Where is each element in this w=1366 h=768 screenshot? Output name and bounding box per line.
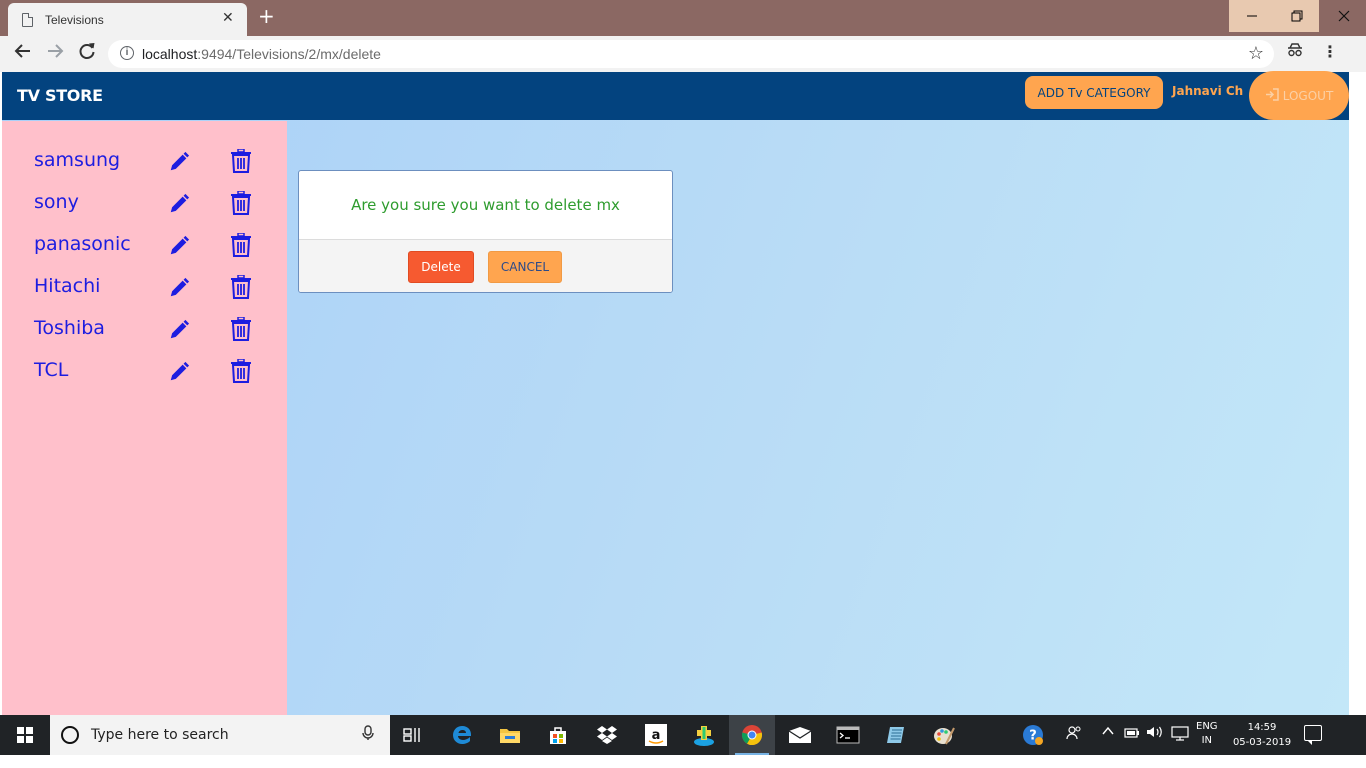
network-icon[interactable]	[1171, 725, 1189, 745]
clock-date: 05-03-2019	[1232, 737, 1292, 748]
mail-icon[interactable]	[777, 715, 823, 755]
close-tab-icon[interactable]: ✕	[222, 10, 234, 26]
input-language[interactable]: ENG IN	[1196, 720, 1218, 748]
brand-link[interactable]: sony	[34, 191, 79, 213]
back-arrow-icon[interactable]	[14, 42, 32, 65]
pencil-icon[interactable]	[168, 361, 190, 383]
reload-icon[interactable]	[78, 42, 96, 65]
restore-button[interactable]	[1274, 0, 1319, 32]
list-item: Toshiba	[34, 317, 274, 359]
list-item: samsung	[34, 149, 274, 191]
trash-icon[interactable]	[230, 317, 252, 341]
browser-tab[interactable]: Televisions ✕	[8, 3, 247, 36]
minimize-icon	[1246, 15, 1257, 17]
notes-icon[interactable]	[873, 715, 919, 755]
address-bar: i localhost:9494/Televisions/2/mx/delete…	[0, 36, 1366, 72]
logout-label: LOGOUT	[1282, 88, 1334, 103]
search-placeholder: Type here to search	[91, 727, 229, 743]
chevron-up-icon[interactable]	[1102, 725, 1114, 741]
minimize-button[interactable]	[1229, 0, 1274, 32]
svg-text:a: a	[652, 728, 661, 743]
dropbox-icon[interactable]	[584, 715, 630, 755]
people-icon[interactable]	[1066, 725, 1082, 745]
cortana-icon	[61, 726, 79, 744]
terminal-icon[interactable]	[825, 715, 871, 755]
menu-icon[interactable]: ⋮	[1322, 42, 1338, 61]
pencil-icon[interactable]	[168, 193, 190, 215]
trash-icon[interactable]	[230, 233, 252, 257]
info-icon[interactable]: i	[120, 46, 134, 60]
amazon-icon[interactable]: a	[633, 715, 679, 755]
add-category-button[interactable]: ADD Tv CATEGORY	[1025, 76, 1163, 109]
chrome-icon[interactable]	[729, 715, 775, 755]
sidebar: samsung sony panasonic Hitachi Toshiba T…	[2, 121, 287, 715]
app-brand[interactable]: TV STORE	[17, 86, 103, 105]
paint-icon[interactable]	[921, 715, 967, 755]
username-label: Jahnavi Ch	[1172, 84, 1244, 98]
page-icon	[22, 13, 33, 27]
clock-time: 14:59	[1247, 722, 1277, 733]
window-controls	[1229, 0, 1366, 32]
star-icon[interactable]: ☆	[1248, 43, 1264, 64]
brand-link[interactable]: Toshiba	[34, 317, 105, 339]
trash-icon[interactable]	[230, 191, 252, 215]
pencil-icon[interactable]	[168, 277, 190, 299]
trash-icon[interactable]	[230, 149, 252, 173]
screen: Televisions ✕ + i localhost:9494/Televis…	[0, 0, 1366, 768]
extension-icon[interactable]	[1287, 43, 1303, 61]
list-item: Hitachi	[34, 275, 274, 317]
pencil-icon[interactable]	[168, 319, 190, 341]
cancel-button[interactable]: CANCEL	[488, 251, 562, 283]
list-item: panasonic	[34, 233, 274, 275]
app-navbar: TV STORE ADD Tv CATEGORY Jahnavi Ch LOGO…	[2, 71, 1349, 120]
brand-link[interactable]: panasonic	[34, 233, 131, 255]
microphone-icon[interactable]	[362, 725, 374, 745]
logout-button[interactable]: LOGOUT	[1249, 71, 1349, 120]
windows-icon	[17, 727, 33, 743]
app-icon[interactable]	[681, 715, 727, 755]
bottom-edge	[0, 755, 1366, 768]
pencil-icon[interactable]	[168, 235, 190, 257]
close-window-button[interactable]	[1321, 0, 1366, 32]
store-icon[interactable]	[535, 715, 581, 755]
restore-icon	[1291, 10, 1302, 22]
trash-icon[interactable]	[230, 275, 252, 299]
brand-link[interactable]: TCL	[34, 359, 68, 381]
task-view-icon[interactable]	[389, 715, 435, 755]
battery-icon[interactable]	[1124, 725, 1140, 743]
help-icon[interactable]: ?	[1022, 724, 1044, 750]
list-item: sony	[34, 191, 274, 233]
dialog-footer: Delete CANCEL	[299, 239, 672, 292]
brand-link[interactable]: Hitachi	[34, 275, 100, 297]
tab-title: Televisions	[45, 13, 104, 27]
file-explorer-icon[interactable]	[487, 715, 533, 755]
url-text: localhost:9494/Televisions/2/mx/delete	[142, 46, 381, 62]
pencil-icon[interactable]	[168, 151, 190, 173]
brand-link[interactable]: samsung	[34, 149, 120, 171]
logout-icon	[1265, 87, 1279, 104]
taskbar: Type here to search a ? ENG IN 14:59 05-…	[0, 715, 1366, 755]
notification-icon[interactable]	[1304, 725, 1322, 745]
clock[interactable]: 14:59 05-03-2019	[1230, 720, 1294, 750]
confirm-delete-dialog: Are you sure you want to delete mx Delet…	[298, 170, 673, 293]
start-button[interactable]	[0, 715, 50, 755]
scrollbar-track[interactable]	[1349, 72, 1366, 715]
url-field[interactable]: i localhost:9494/Televisions/2/mx/delete…	[108, 40, 1274, 68]
delete-button[interactable]: Delete	[408, 251, 474, 283]
volume-icon[interactable]	[1146, 725, 1164, 743]
new-tab-button[interactable]: +	[258, 4, 275, 28]
trash-icon[interactable]	[230, 359, 252, 383]
browser-title-bar: Televisions ✕ +	[0, 0, 1366, 36]
forward-arrow-icon[interactable]	[46, 42, 64, 65]
edge-icon[interactable]	[439, 715, 485, 755]
close-icon	[1338, 10, 1349, 22]
taskbar-search-input[interactable]: Type here to search	[50, 715, 390, 755]
confirm-message: Are you sure you want to delete mx	[351, 196, 620, 214]
list-item: TCL	[34, 359, 274, 401]
